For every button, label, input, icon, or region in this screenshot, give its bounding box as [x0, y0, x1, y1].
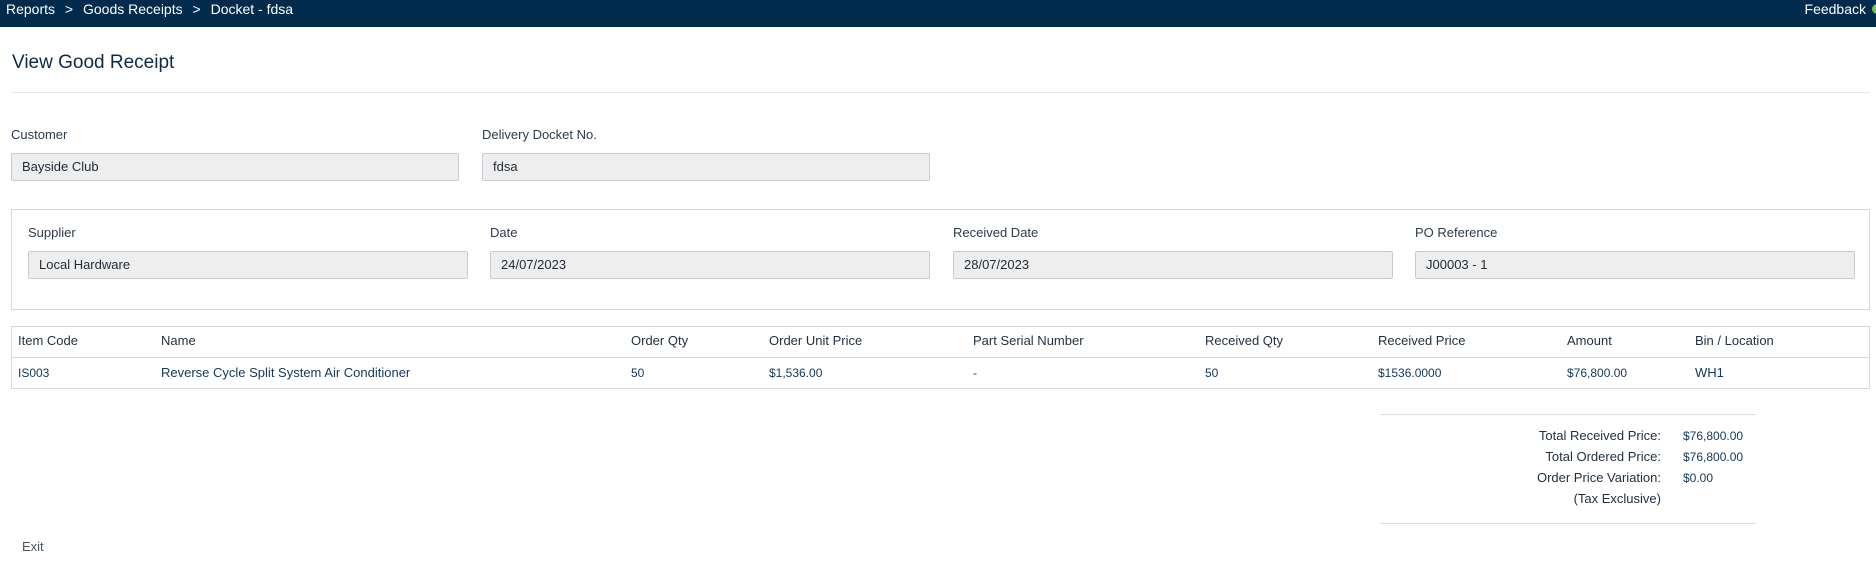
col-bin-location: Bin / Location — [1695, 333, 1774, 348]
po-reference-label: PO Reference — [1415, 225, 1498, 240]
breadcrumb-reports[interactable]: Reports — [6, 1, 55, 17]
cell-name: Reverse Cycle Split System Air Condition… — [161, 365, 411, 380]
breadcrumb-goods-receipts[interactable]: Goods Receipts — [83, 1, 183, 17]
breadcrumb-separator: > — [64, 1, 74, 17]
exit-button[interactable]: Exit — [22, 539, 44, 554]
total-ordered-value: $76,800.00 — [1683, 450, 1744, 464]
cell-received-qty: 50 — [1205, 366, 1219, 380]
price-variation-label: Order Price Variation: — [1536, 470, 1661, 485]
col-part-serial-number: Part Serial Number — [973, 333, 1084, 348]
supplier-label: Supplier — [28, 225, 76, 240]
feedback-button[interactable]: Feedback — [1805, 1, 1866, 17]
price-variation-value: $0.00 — [1683, 471, 1714, 485]
date-label: Date — [490, 225, 518, 240]
received-date-field: 28/07/2023 — [953, 251, 1393, 279]
cell-received-price: $1536.0000 — [1378, 366, 1442, 380]
total-received-label: Total Received Price: — [1538, 428, 1661, 443]
col-received-qty: Received Qty — [1205, 333, 1284, 348]
supplier-panel: Supplier Local Hardware Date 24/07/2023 … — [11, 209, 1870, 310]
po-reference-field: J00003 - 1 — [1415, 251, 1855, 279]
table-header: Item Code Name Order Qty Order Unit Pric… — [12, 327, 1869, 358]
breadcrumb: Reports > Goods Receipts > Docket - fdsa — [6, 1, 293, 17]
tax-exclusive-note: (Tax Exclusive) — [1573, 491, 1661, 506]
cell-order-qty: 50 — [631, 366, 645, 380]
totals-top-divider — [1380, 414, 1756, 415]
col-order-qty: Order Qty — [631, 333, 689, 348]
feedback-label: Feedback — [1804, 1, 1866, 17]
total-ordered-label: Total Ordered Price: — [1545, 449, 1661, 464]
docket-field: fdsa — [482, 153, 930, 181]
date-field: 24/07/2023 — [490, 251, 930, 279]
supplier-field: Local Hardware — [28, 251, 468, 279]
col-order-unit-price: Order Unit Price — [769, 333, 863, 348]
cell-bin-location: WH1 — [1695, 365, 1724, 380]
docket-label: Delivery Docket No. — [482, 127, 597, 142]
feedback-icon[interactable] — [1872, 4, 1876, 14]
totals-bottom-divider — [1380, 523, 1756, 524]
col-item-code: Item Code — [18, 333, 78, 348]
total-received-value: $76,800.00 — [1683, 429, 1744, 443]
breadcrumb-docket: Docket - fdsa — [210, 1, 294, 17]
top-bar: Reports > Goods Receipts > Docket - fdsa… — [0, 0, 1876, 27]
title-divider — [12, 92, 1870, 93]
col-name: Name — [161, 333, 196, 348]
col-amount: Amount — [1567, 333, 1612, 348]
customer-field: Bayside Club — [11, 153, 459, 181]
cell-amount: $76,800.00 — [1567, 366, 1628, 380]
cell-item-code: IS003 — [18, 366, 50, 380]
received-date-label: Received Date — [953, 225, 1039, 240]
col-received-price: Received Price — [1378, 333, 1466, 348]
table-row: IS003 Reverse Cycle Split System Air Con… — [12, 358, 1869, 389]
cell-part-serial-number: - — [973, 366, 977, 380]
breadcrumb-separator: > — [192, 1, 201, 17]
cell-order-unit-price: $1,536.00 — [769, 366, 823, 380]
page-title: View Good Receipt — [12, 52, 175, 73]
items-table: Item Code Name Order Qty Order Unit Pric… — [11, 326, 1870, 389]
customer-label: Customer — [11, 127, 68, 142]
